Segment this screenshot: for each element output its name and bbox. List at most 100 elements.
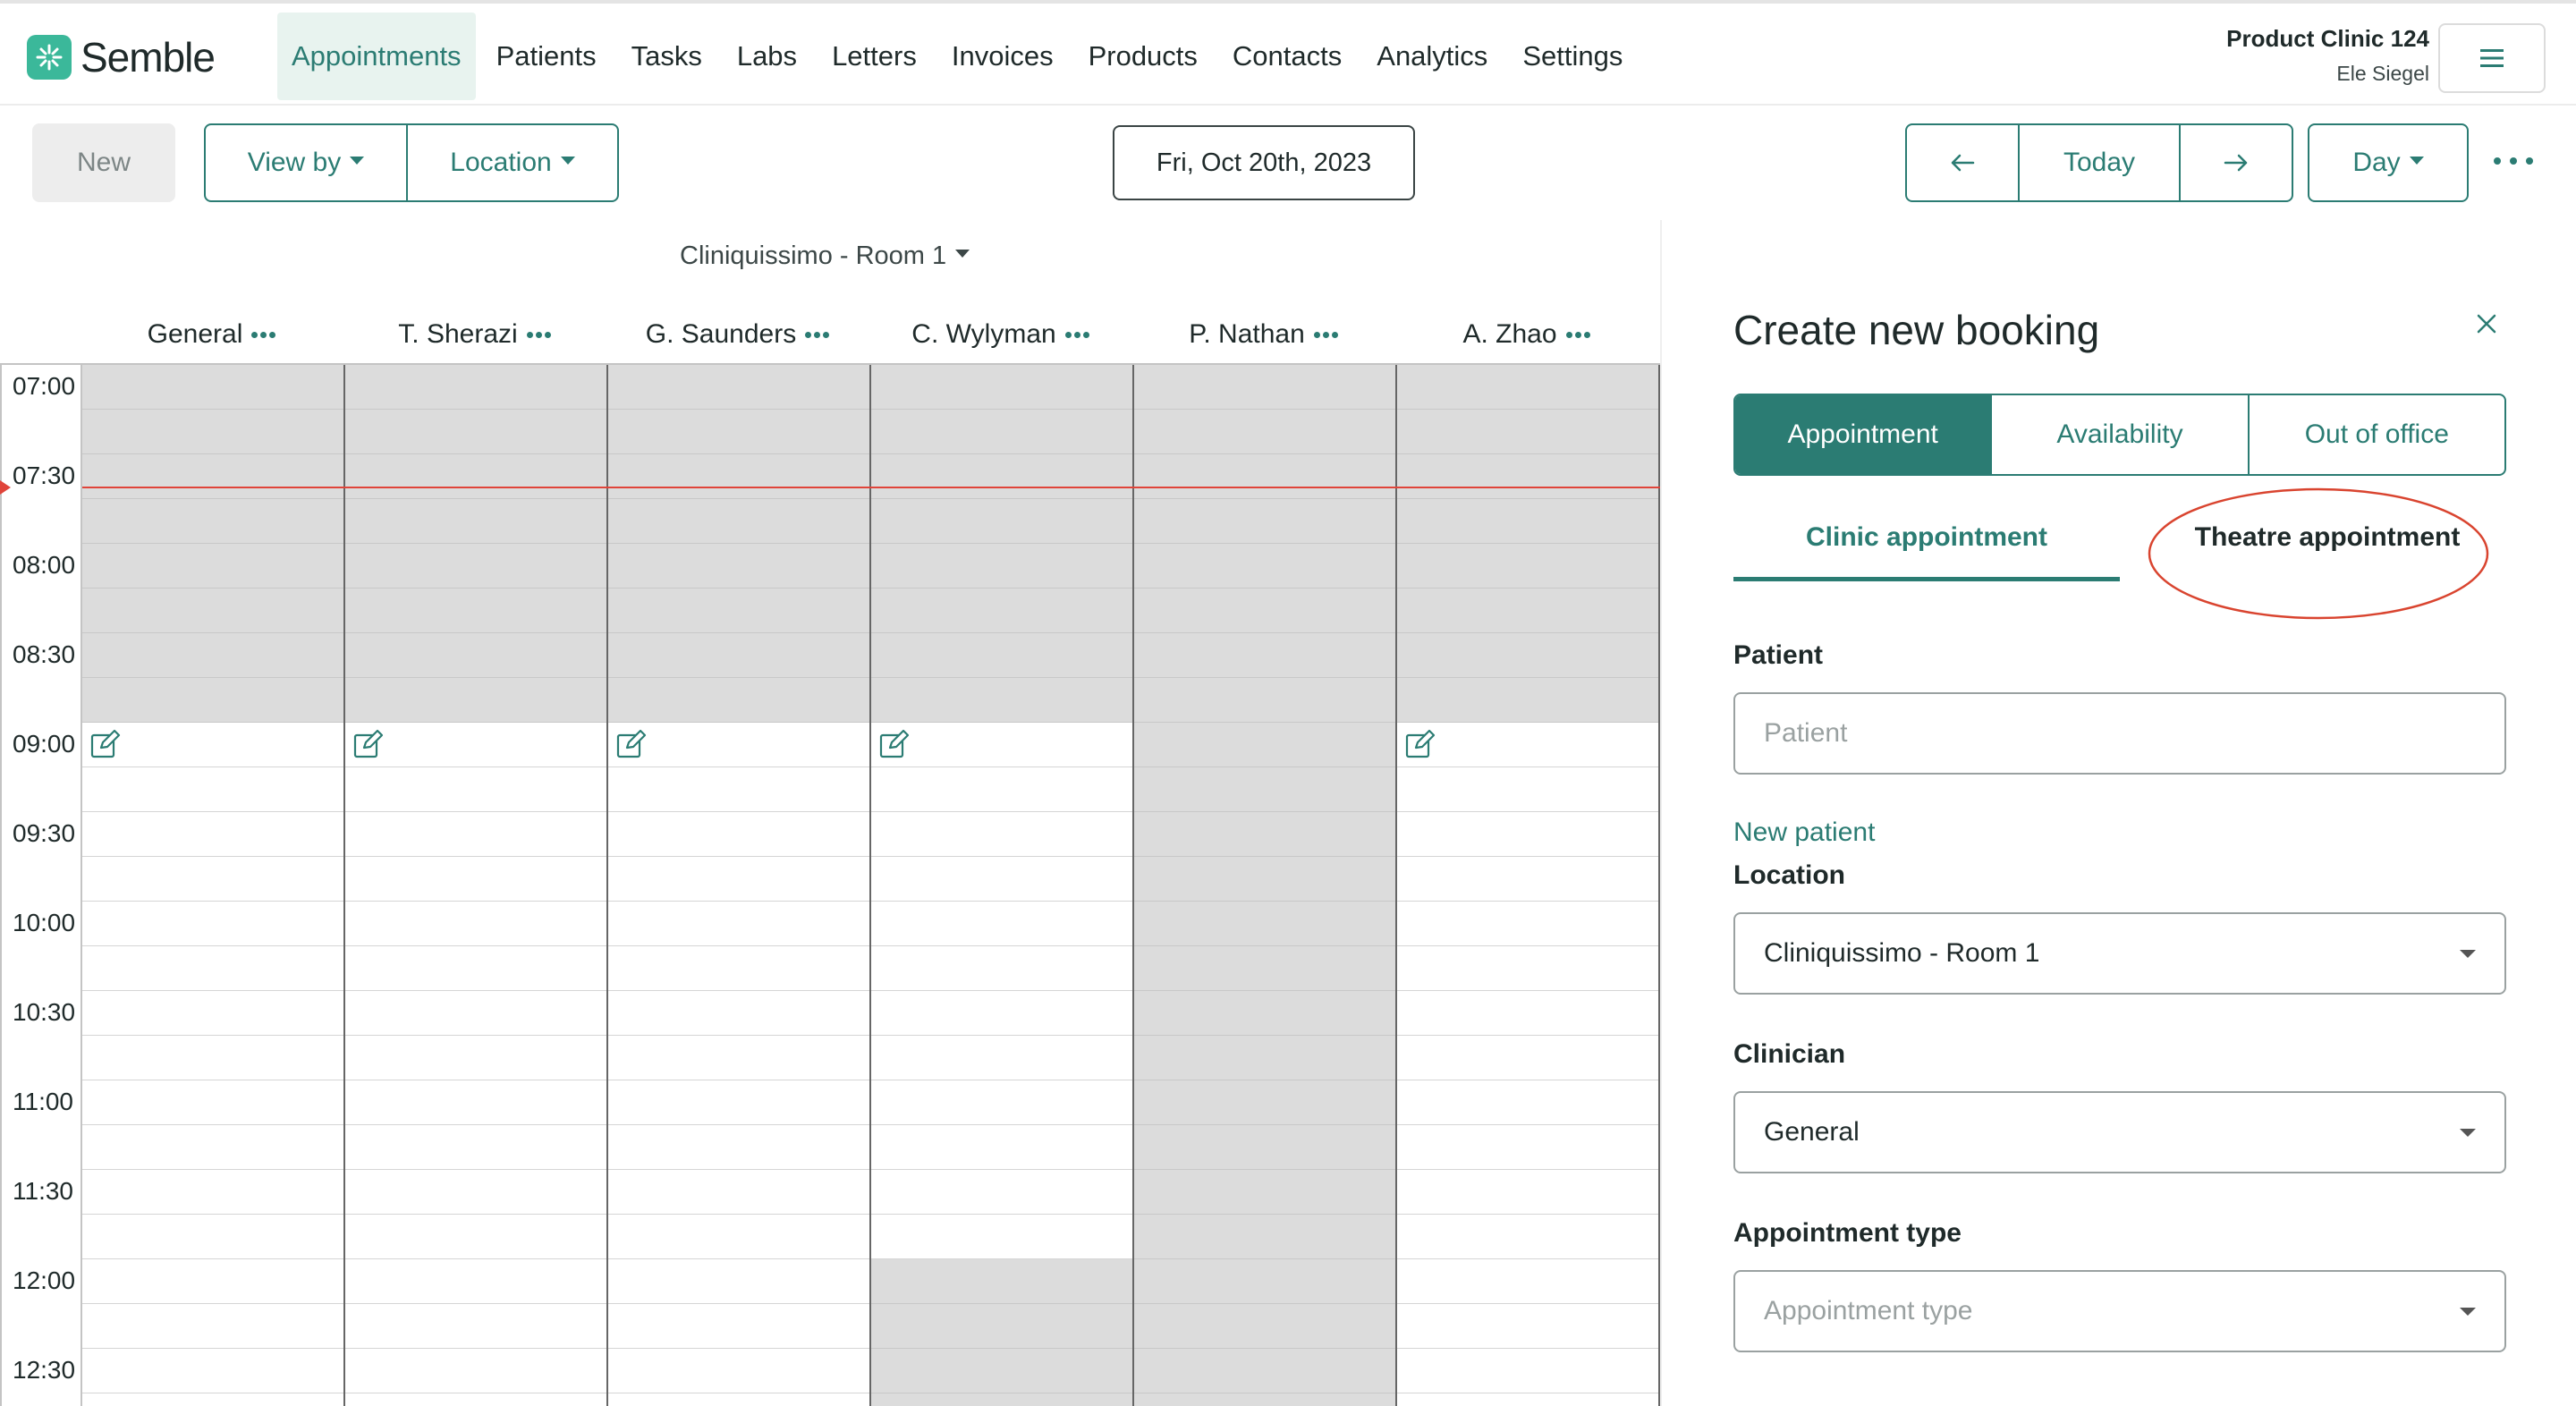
room-selector[interactable]: Cliniquissimo - Room 1 bbox=[680, 241, 970, 271]
time-slot[interactable] bbox=[608, 1036, 869, 1080]
appointment-type-select[interactable]: Appointment type bbox=[1733, 1270, 2506, 1352]
tab-out-of-office[interactable]: Out of office bbox=[2250, 395, 2504, 474]
time-slot[interactable] bbox=[871, 991, 1132, 1036]
column-header-t-sherazi[interactable]: T. Sherazi bbox=[345, 317, 606, 352]
previous-day-button[interactable] bbox=[1907, 125, 2020, 200]
nav-item-invoices[interactable]: Invoices bbox=[937, 13, 1068, 100]
new-button[interactable]: New bbox=[32, 123, 175, 202]
time-slot[interactable] bbox=[345, 902, 606, 946]
time-slot[interactable] bbox=[1397, 946, 1658, 991]
time-slot[interactable] bbox=[608, 1170, 869, 1215]
tab-appointment[interactable]: Appointment bbox=[1735, 395, 1993, 474]
column-options-icon[interactable] bbox=[251, 331, 278, 338]
time-slot[interactable] bbox=[345, 723, 606, 767]
time-slot[interactable] bbox=[1397, 1036, 1658, 1080]
time-slot[interactable] bbox=[345, 857, 606, 902]
time-slot[interactable] bbox=[1397, 991, 1658, 1036]
time-slot[interactable] bbox=[345, 946, 606, 991]
edit-icon[interactable] bbox=[89, 728, 122, 760]
time-slot[interactable] bbox=[871, 946, 1132, 991]
time-slot[interactable] bbox=[608, 857, 869, 902]
date-picker-button[interactable]: Fri, Oct 20th, 2023 bbox=[1113, 125, 1415, 200]
time-slot[interactable] bbox=[608, 767, 869, 812]
column-options-icon[interactable] bbox=[1064, 331, 1092, 338]
nav-item-products[interactable]: Products bbox=[1074, 13, 1212, 100]
time-slot[interactable] bbox=[82, 946, 343, 991]
time-slot[interactable] bbox=[82, 1393, 343, 1406]
time-slot[interactable] bbox=[1397, 857, 1658, 902]
time-slot[interactable] bbox=[82, 1304, 343, 1349]
time-slot[interactable] bbox=[1397, 767, 1658, 812]
edit-icon[interactable] bbox=[1404, 728, 1436, 760]
time-slot[interactable] bbox=[82, 1080, 343, 1125]
time-slot[interactable] bbox=[345, 1215, 606, 1259]
time-slot[interactable] bbox=[1397, 1259, 1658, 1304]
time-slot[interactable] bbox=[608, 902, 869, 946]
time-slot[interactable] bbox=[871, 1080, 1132, 1125]
nav-item-tasks[interactable]: Tasks bbox=[617, 13, 716, 100]
time-slot[interactable] bbox=[871, 812, 1132, 857]
time-slot[interactable] bbox=[82, 902, 343, 946]
menu-button[interactable] bbox=[2438, 23, 2546, 93]
time-slot[interactable] bbox=[871, 1036, 1132, 1080]
location-dropdown[interactable]: Location bbox=[408, 125, 617, 200]
column-header-c-wylyman[interactable]: C. Wylyman bbox=[871, 317, 1132, 352]
time-slot[interactable] bbox=[1397, 812, 1658, 857]
time-slot[interactable] bbox=[871, 857, 1132, 902]
nav-item-contacts[interactable]: Contacts bbox=[1218, 13, 1356, 100]
time-slot[interactable] bbox=[82, 723, 343, 767]
time-slot[interactable] bbox=[82, 1349, 343, 1393]
time-slot[interactable] bbox=[345, 1304, 606, 1349]
time-slot[interactable] bbox=[608, 1215, 869, 1259]
column-header-p-nathan[interactable]: P. Nathan bbox=[1134, 317, 1395, 352]
time-slot[interactable] bbox=[345, 1125, 606, 1170]
column-header-general[interactable]: General bbox=[82, 317, 343, 352]
time-slot[interactable] bbox=[608, 1125, 869, 1170]
time-slot[interactable] bbox=[608, 1080, 869, 1125]
time-slot[interactable] bbox=[345, 1170, 606, 1215]
column-options-icon[interactable] bbox=[1565, 331, 1593, 338]
time-slot[interactable] bbox=[345, 767, 606, 812]
time-slot[interactable] bbox=[608, 1304, 869, 1349]
time-slot[interactable] bbox=[82, 991, 343, 1036]
time-slot[interactable] bbox=[1397, 723, 1658, 767]
time-slot[interactable] bbox=[82, 767, 343, 812]
today-button[interactable]: Today bbox=[2020, 125, 2181, 200]
nav-item-analytics[interactable]: Analytics bbox=[1362, 13, 1502, 100]
time-slot[interactable] bbox=[1397, 902, 1658, 946]
time-slot[interactable] bbox=[82, 1259, 343, 1304]
time-slot[interactable] bbox=[82, 857, 343, 902]
column-options-icon[interactable] bbox=[526, 331, 554, 338]
time-slot[interactable] bbox=[82, 812, 343, 857]
column-header-a-zhao[interactable]: A. Zhao bbox=[1397, 317, 1658, 352]
subtab-clinic-appointment[interactable]: Clinic appointment bbox=[1733, 515, 2120, 581]
time-slot[interactable] bbox=[1397, 1349, 1658, 1393]
time-slot[interactable] bbox=[1397, 1170, 1658, 1215]
time-slot[interactable] bbox=[345, 1259, 606, 1304]
time-slot[interactable] bbox=[1397, 1125, 1658, 1170]
time-slot[interactable] bbox=[82, 1125, 343, 1170]
time-slot[interactable] bbox=[608, 991, 869, 1036]
time-slot[interactable] bbox=[1397, 1215, 1658, 1259]
time-slot[interactable] bbox=[871, 1170, 1132, 1215]
nav-item-patients[interactable]: Patients bbox=[482, 13, 611, 100]
next-day-button[interactable] bbox=[2181, 125, 2292, 200]
new-patient-link[interactable]: New patient bbox=[1733, 817, 1875, 848]
time-slot[interactable] bbox=[345, 1036, 606, 1080]
time-slot[interactable] bbox=[871, 902, 1132, 946]
time-slot[interactable] bbox=[1397, 1080, 1658, 1125]
view-by-dropdown[interactable]: View by bbox=[206, 125, 408, 200]
nav-item-labs[interactable]: Labs bbox=[723, 13, 811, 100]
time-slot[interactable] bbox=[345, 1080, 606, 1125]
time-slot[interactable] bbox=[345, 1349, 606, 1393]
day-view-dropdown[interactable]: Day bbox=[2309, 125, 2467, 200]
time-slot[interactable] bbox=[608, 1259, 869, 1304]
time-slot[interactable] bbox=[345, 812, 606, 857]
nav-item-letters[interactable]: Letters bbox=[818, 13, 931, 100]
time-slot[interactable] bbox=[1397, 1393, 1658, 1406]
time-slot[interactable] bbox=[1397, 1304, 1658, 1349]
time-slot[interactable] bbox=[871, 1125, 1132, 1170]
time-slot[interactable] bbox=[871, 767, 1132, 812]
time-slot[interactable] bbox=[608, 812, 869, 857]
column-options-icon[interactable] bbox=[805, 331, 832, 338]
